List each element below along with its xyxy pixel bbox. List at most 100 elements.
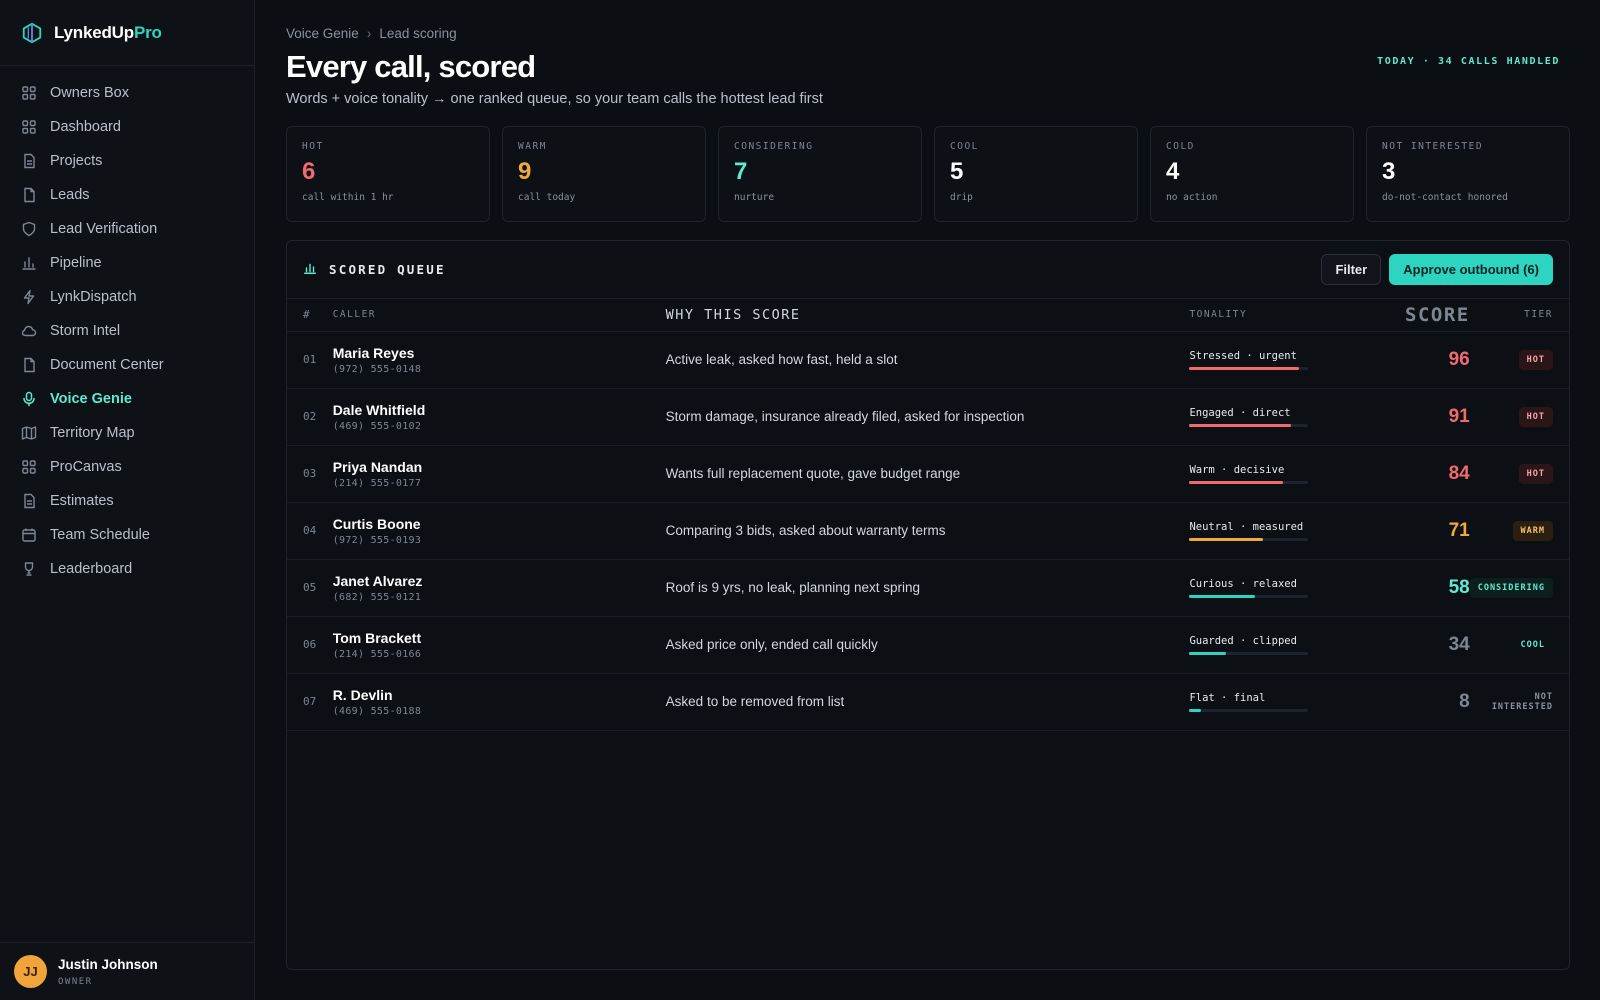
file-icon — [21, 187, 37, 203]
column-header-tonality[interactable]: TONALITY — [1189, 299, 1371, 332]
caller-name[interactable]: Curtis Boone — [333, 516, 666, 532]
sidebar-item-leads[interactable]: Leads — [0, 178, 254, 212]
filter-button[interactable]: Filter — [1321, 254, 1382, 285]
bar-chart-icon — [303, 261, 317, 278]
stat-card-cold[interactable]: COLD 4 no action — [1150, 126, 1354, 222]
stat-card-cool[interactable]: COOL 5 drip — [934, 126, 1138, 222]
sidebar: LynkedUpPro Owners Box Dashboard Projects L… — [0, 0, 255, 1000]
page-subtitle: Words + voice tonality → one ranked queu… — [286, 91, 823, 107]
stat-note: drip — [950, 192, 973, 203]
sidebar-item-storm-intel[interactable]: Storm Intel — [0, 314, 254, 348]
tier-stats: HOT 6 call within 1 hr WARM 9 call today CONSI… — [286, 126, 1570, 222]
brand-name: LynkedUpPro — [54, 22, 162, 42]
tonality-cell: Guarded · clipped — [1189, 616, 1370, 673]
tonality-bar — [1189, 423, 1309, 427]
sidebar-item-label: Team Schedule — [50, 527, 150, 543]
tonality-label: Stressed · urgent — [1189, 349, 1297, 362]
score-reason: Roof is 9 yrs, no leak, planning next sp… — [665, 580, 921, 595]
stat-card-hot[interactable]: HOT 6 call within 1 hr — [286, 126, 490, 222]
column-header-score[interactable]: SCORE — [1370, 299, 1470, 332]
score-value: 84 — [1448, 462, 1470, 484]
sidebar-item-leaderboard[interactable]: Leaderboard — [0, 552, 254, 586]
row-number: 02 — [303, 410, 317, 423]
tier-badge: CONSIDERING — [1469, 578, 1553, 598]
caller-phone: (469) 555-0188 — [332, 705, 422, 717]
sidebar-item-lynkdispatch[interactable]: LynkDispatch — [0, 280, 254, 314]
caller-name[interactable]: Janet Alvarez — [333, 573, 666, 589]
sidebar-item-dashboard[interactable]: Dashboard — [0, 110, 254, 144]
sidebar-item-projects[interactable]: Projects — [0, 144, 254, 178]
sidebar-item-procanvas[interactable]: ProCanvas — [0, 450, 254, 484]
tonality-bar-fill — [1189, 594, 1255, 598]
sidebar-item-voice-genie[interactable]: Voice Genie — [0, 382, 254, 416]
row-number: 05 — [303, 581, 317, 594]
row-number: 04 — [303, 524, 317, 537]
tier-cell: NOT INTERESTED — [1470, 673, 1569, 730]
stat-card-warm[interactable]: WARM 9 call today — [502, 126, 706, 222]
caller-cell: Maria Reyes (972) 555-0148 — [333, 331, 666, 388]
stat-card-not-interested[interactable]: NOT INTERESTED 3 do-not-contact honored — [1366, 126, 1570, 222]
table-row[interactable]: 01 Maria Reyes (972) 555-0148 Active leak, … — [287, 331, 1569, 388]
table-row[interactable]: 06 Tom Brackett (214) 555-0166 Asked price … — [287, 616, 1569, 673]
tonality-label: Warm · decisive — [1189, 463, 1285, 476]
caller-name[interactable]: Maria Reyes — [333, 345, 666, 361]
approve-outbound-button[interactable]: Approve outbound (6) — [1389, 254, 1553, 285]
sidebar-item-lead-verification[interactable]: Lead Verification — [0, 212, 254, 246]
stat-value: 6 — [302, 158, 316, 185]
caller-name[interactable]: Dale Whitfield — [333, 402, 666, 418]
avatar: JJ — [14, 955, 47, 988]
stat-value: 9 — [518, 158, 532, 185]
queue-table: # CALLER WHY THIS SCORE TONALITY SCORE T… — [287, 299, 1569, 731]
column-header-why[interactable]: WHY THIS SCORE — [665, 299, 1190, 332]
caller-name[interactable]: Priya Nandan — [333, 459, 666, 475]
brand[interactable]: LynkedUpPro — [0, 0, 254, 66]
tier-cell: HOT — [1470, 445, 1569, 502]
tonality-bar — [1189, 651, 1309, 655]
sidebar-item-document-center[interactable]: Document Center — [0, 348, 254, 382]
score-value: 34 — [1448, 633, 1470, 655]
table-row[interactable]: 05 Janet Alvarez (682) 555-0121 Roof is 9 y… — [287, 559, 1569, 616]
sidebar-nav: Owners Box Dashboard Projects Leads Lead Ver… — [0, 66, 254, 586]
tier-cell: HOT — [1470, 388, 1569, 445]
stat-note: call within 1 hr — [302, 192, 394, 203]
tonality-cell: Engaged · direct — [1189, 388, 1370, 445]
tonality-cell: Curious · relaxed — [1189, 559, 1370, 616]
table-row[interactable]: 04 Curtis Boone (972) 555-0193 Comparing 3 … — [287, 502, 1569, 559]
column-header-tier[interactable]: TIER — [1469, 299, 1569, 332]
stat-note: call today — [518, 192, 576, 203]
table-row[interactable]: 03 Priya Nandan (214) 555-0177 Wants full r… — [287, 445, 1569, 502]
user-role: OWNER — [58, 976, 93, 987]
sidebar-item-pipeline[interactable]: Pipeline — [0, 246, 254, 280]
tonality-label: Curious · relaxed — [1189, 577, 1297, 590]
breadcrumb-voice-genie[interactable]: Voice Genie — [286, 26, 359, 41]
tonality-cell: Neutral · measured — [1189, 502, 1370, 559]
map-icon — [21, 425, 37, 441]
stat-label: NOT INTERESTED — [1382, 141, 1484, 152]
sidebar-item-team-schedule[interactable]: Team Schedule — [0, 518, 254, 552]
user-profile[interactable]: JJ Justin Johnson OWNER — [0, 942, 254, 1000]
tonality-cell: Warm · decisive — [1189, 445, 1370, 502]
tonality-bar-fill — [1189, 537, 1264, 541]
sidebar-item-label: Projects — [50, 153, 103, 169]
row-number: 01 — [303, 353, 317, 366]
sidebar-item-owners-box[interactable]: Owners Box — [0, 76, 254, 110]
tonality-cell: Flat · final — [1189, 673, 1370, 730]
caller-cell: Tom Brackett (214) 555-0166 — [333, 616, 666, 673]
tonality-bar — [1189, 480, 1309, 484]
microphone-icon — [21, 391, 37, 407]
sidebar-item-label: LynkDispatch — [50, 289, 137, 305]
caller-cell: Priya Nandan (214) 555-0177 — [333, 445, 666, 502]
cloud-icon — [21, 323, 37, 339]
tier-badge: HOT — [1518, 407, 1553, 427]
caller-name[interactable]: R. Devlin — [333, 687, 666, 703]
table-row[interactable]: 02 Dale Whitfield (469) 555-0102 Storm dama… — [287, 388, 1569, 445]
caller-name[interactable]: Tom Brackett — [333, 630, 666, 646]
sidebar-item-territory-map[interactable]: Territory Map — [0, 416, 254, 450]
tier-badge: NOT INTERESTED — [1491, 691, 1553, 712]
breadcrumb-lead-scoring: Lead scoring — [379, 26, 457, 41]
column-header-caller[interactable]: CALLER — [332, 299, 666, 332]
table-row[interactable]: 07 R. Devlin (469) 555-0188 Asked to be rem… — [287, 673, 1569, 730]
stat-card-considering[interactable]: CONSIDERING 7 nurture — [718, 126, 922, 222]
column-header-number[interactable]: # — [287, 299, 333, 332]
sidebar-item-estimates[interactable]: Estimates — [0, 484, 254, 518]
